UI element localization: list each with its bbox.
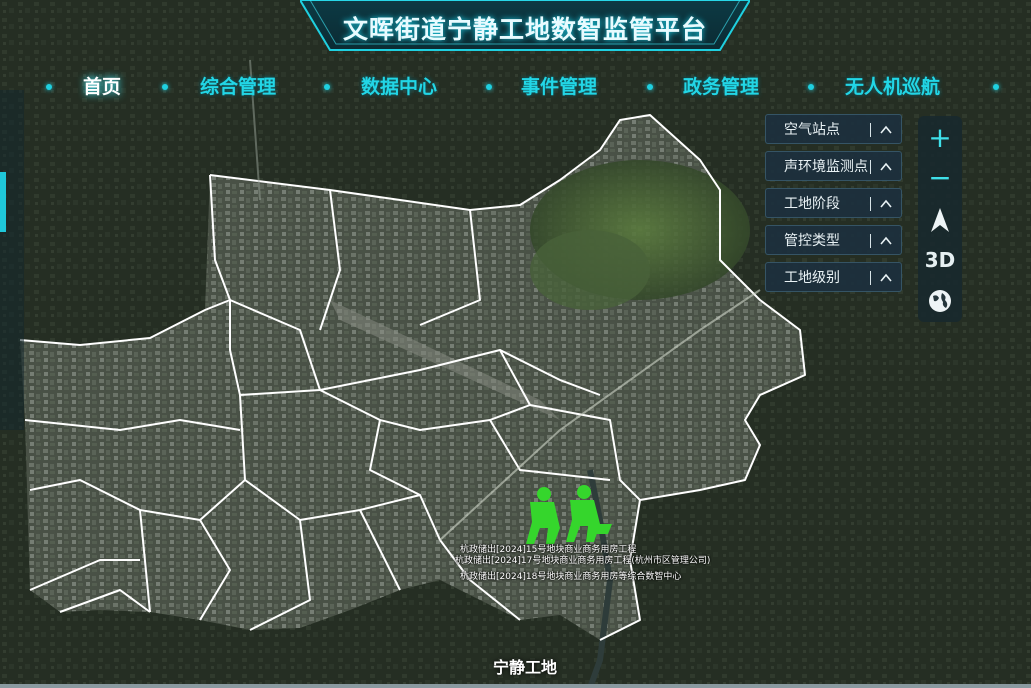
nav-item-events[interactable]: 事件管理 [521, 70, 597, 104]
nav-dot-icon [324, 84, 330, 90]
layer-label: 声环境监测点 [784, 159, 868, 175]
globe-icon[interactable] [918, 288, 962, 314]
chevron-up-icon[interactable] [879, 160, 893, 174]
divider [870, 160, 871, 174]
page-title: 文晖街道宁静工地数智监管平台 [342, 15, 707, 44]
layer-label: 工地阶段 [784, 196, 840, 212]
construction-site-marker-icon[interactable] [520, 484, 615, 550]
3d-toggle-button[interactable]: 3D [918, 244, 962, 276]
divider [870, 271, 871, 285]
nav-item-home[interactable]: 首页 [83, 70, 121, 104]
nav-dot-icon [162, 84, 168, 90]
layer-label: 管控类型 [784, 233, 840, 249]
layer-air-station[interactable]: 空气站点 [765, 114, 902, 144]
zoom-out-button[interactable]: − [918, 160, 962, 196]
chevron-up-icon[interactable] [879, 197, 893, 211]
nav-item-government[interactable]: 政务管理 [683, 70, 759, 104]
zoom-in-button[interactable]: + [918, 120, 962, 156]
site-label[interactable]: 杭政储出[2024]17号地块商业商务用房工程(杭州市区管理公司) [455, 553, 710, 566]
nav-item-comprehensive[interactable]: 综合管理 [200, 70, 276, 104]
layer-control-type[interactable]: 管控类型 [765, 225, 902, 255]
divider [870, 234, 871, 248]
nav-item-drone[interactable]: 无人机巡航 [845, 70, 940, 104]
layer-label: 空气站点 [784, 122, 840, 138]
layer-label: 工地级别 [784, 270, 840, 286]
left-edge-frame [0, 90, 24, 430]
chevron-up-icon[interactable] [879, 234, 893, 248]
nav-dot-icon [993, 84, 999, 90]
main-nav: 首页 综合管理 数据中心 事件管理 政务管理 无人机巡航 [0, 70, 1031, 104]
nav-dot-icon [46, 84, 52, 90]
nav-dot-icon [808, 84, 814, 90]
map-toolbar: + − 3D [918, 116, 962, 322]
site-label[interactable]: 杭政储出[2024]18号地块商业商务用房等综合数智中心 [460, 569, 681, 582]
compass-north-icon[interactable] [918, 206, 962, 234]
divider [870, 123, 871, 137]
divider [870, 197, 871, 211]
layer-site-level[interactable]: 工地级别 [765, 262, 902, 292]
chevron-up-icon[interactable] [879, 123, 893, 137]
nav-dot-icon [647, 84, 653, 90]
nav-item-data-center[interactable]: 数据中心 [361, 70, 437, 104]
layer-filter-panel: 空气站点 声环境监测点 工地阶段 管控类型 工地级别 [765, 114, 902, 299]
chevron-up-icon[interactable] [879, 271, 893, 285]
layer-noise-monitor[interactable]: 声环境监测点 [765, 151, 902, 181]
layer-site-stage[interactable]: 工地阶段 [765, 188, 902, 218]
bottom-scroll-track [0, 684, 1031, 688]
map-area-label: 宁静工地 [492, 658, 557, 677]
nav-dot-icon [486, 84, 492, 90]
